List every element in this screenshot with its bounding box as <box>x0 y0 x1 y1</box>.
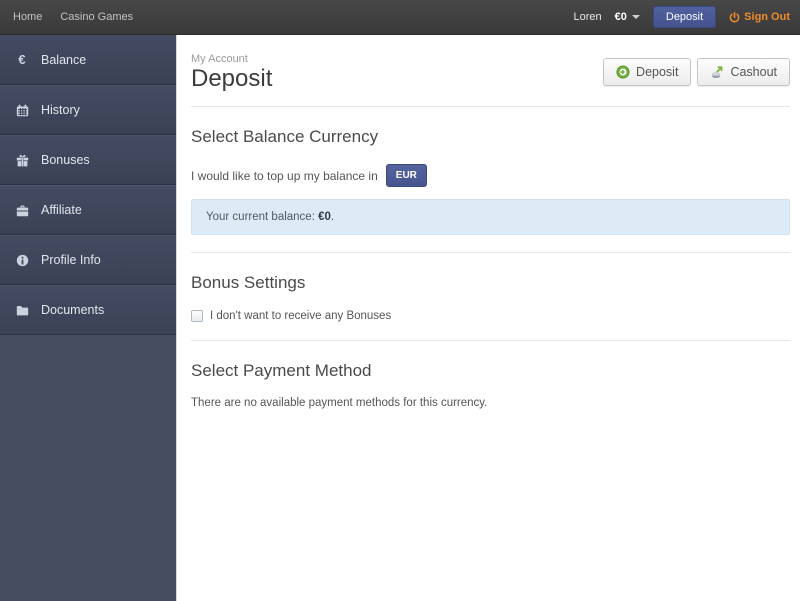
payment-section-heading: Select Payment Method <box>191 361 372 381</box>
sidebar-item-label: Documents <box>41 303 105 317</box>
topbar: Home Casino Games Loren €0 Deposit Sign … <box>0 0 800 35</box>
bonus-section-heading: Bonus Settings <box>191 273 306 293</box>
nav-casino-games[interactable]: Casino Games <box>60 11 133 23</box>
cashout-coins-icon <box>712 66 723 78</box>
euro-icon: € <box>18 52 26 67</box>
balance-dropdown[interactable]: €0 <box>615 11 640 23</box>
current-balance-value: €0 <box>318 211 331 224</box>
no-bonuses-label: I don't want to receive any Bonuses <box>210 310 392 323</box>
page-title: Deposit <box>191 65 273 92</box>
currency-prompt: I would like to top up my balance in <box>191 168 378 183</box>
section-divider <box>191 340 790 342</box>
sidebar-item-label: Affiliate <box>41 203 82 217</box>
cashout-action-button[interactable]: Cashout <box>697 58 790 86</box>
no-bonuses-checkbox[interactable] <box>191 310 203 323</box>
caret-down-icon <box>631 15 640 19</box>
currency-section-heading: Select Balance Currency <box>191 127 379 147</box>
sidebar-item-bonuses[interactable]: Bonuses <box>0 135 176 185</box>
sidebar-item-profile-info[interactable]: Profile Info <box>0 235 176 285</box>
topbar-deposit-button[interactable]: Deposit <box>652 6 717 28</box>
title-block: My Account Deposit <box>191 53 272 92</box>
no-payment-methods-message: There are no available payment methods f… <box>191 397 488 410</box>
app-window: Home Casino Games Loren €0 Deposit Sign … <box>0 0 800 601</box>
deposit-coin-icon <box>616 65 630 79</box>
sidebar-item-label: History <box>41 103 80 117</box>
signout-button[interactable]: Sign Out <box>729 11 790 23</box>
power-icon <box>729 11 740 22</box>
username-label: Loren <box>573 11 602 23</box>
current-balance-box: Your current balance: €0. <box>191 199 790 236</box>
header-actions: Deposit Cashout <box>603 53 790 86</box>
sidebar-item-label: Balance <box>41 52 87 67</box>
main-header: My Account Deposit Deposit Cashout <box>191 53 790 92</box>
sidebar-item-balance[interactable]: € Balance <box>0 35 176 85</box>
info-icon <box>12 254 32 267</box>
briefcase-icon <box>12 204 32 217</box>
sidebar-item-affiliate[interactable]: Affiliate <box>0 185 176 235</box>
sidebar: € Balance History Bonuses Affiliate Prof… <box>0 35 177 601</box>
deposit-action-label: Deposit <box>636 65 679 79</box>
folder-icon <box>12 304 32 317</box>
section-divider <box>191 252 790 254</box>
sidebar-item-history[interactable]: History <box>0 85 176 135</box>
nav-home[interactable]: Home <box>13 11 42 23</box>
topbar-right: Loren €0 Deposit Sign Out <box>573 6 790 28</box>
currency-row: I would like to top up my balance in EUR <box>191 164 790 188</box>
calendar-icon <box>12 104 32 117</box>
deposit-action-button[interactable]: Deposit <box>603 58 692 86</box>
bonus-checkbox-row: I don't want to receive any Bonuses <box>191 310 790 323</box>
header-divider <box>191 106 790 108</box>
signout-label: Sign Out <box>744 11 790 23</box>
breadcrumb: My Account <box>191 53 248 65</box>
topbar-nav: Home Casino Games <box>13 11 133 23</box>
sidebar-item-documents[interactable]: Documents <box>0 285 176 335</box>
cashout-action-label: Cashout <box>730 65 777 79</box>
main-content: My Account Deposit Deposit Cashout Selec… <box>177 35 800 601</box>
current-balance-suffix: . <box>330 211 335 224</box>
gift-icon <box>12 154 32 167</box>
currency-select-button[interactable]: EUR <box>385 164 427 188</box>
sidebar-item-label: Profile Info <box>41 253 101 267</box>
current-balance-label: Your current balance: <box>206 211 315 224</box>
balance-amount: €0 <box>614 11 627 23</box>
sidebar-item-label: Bonuses <box>41 153 90 167</box>
